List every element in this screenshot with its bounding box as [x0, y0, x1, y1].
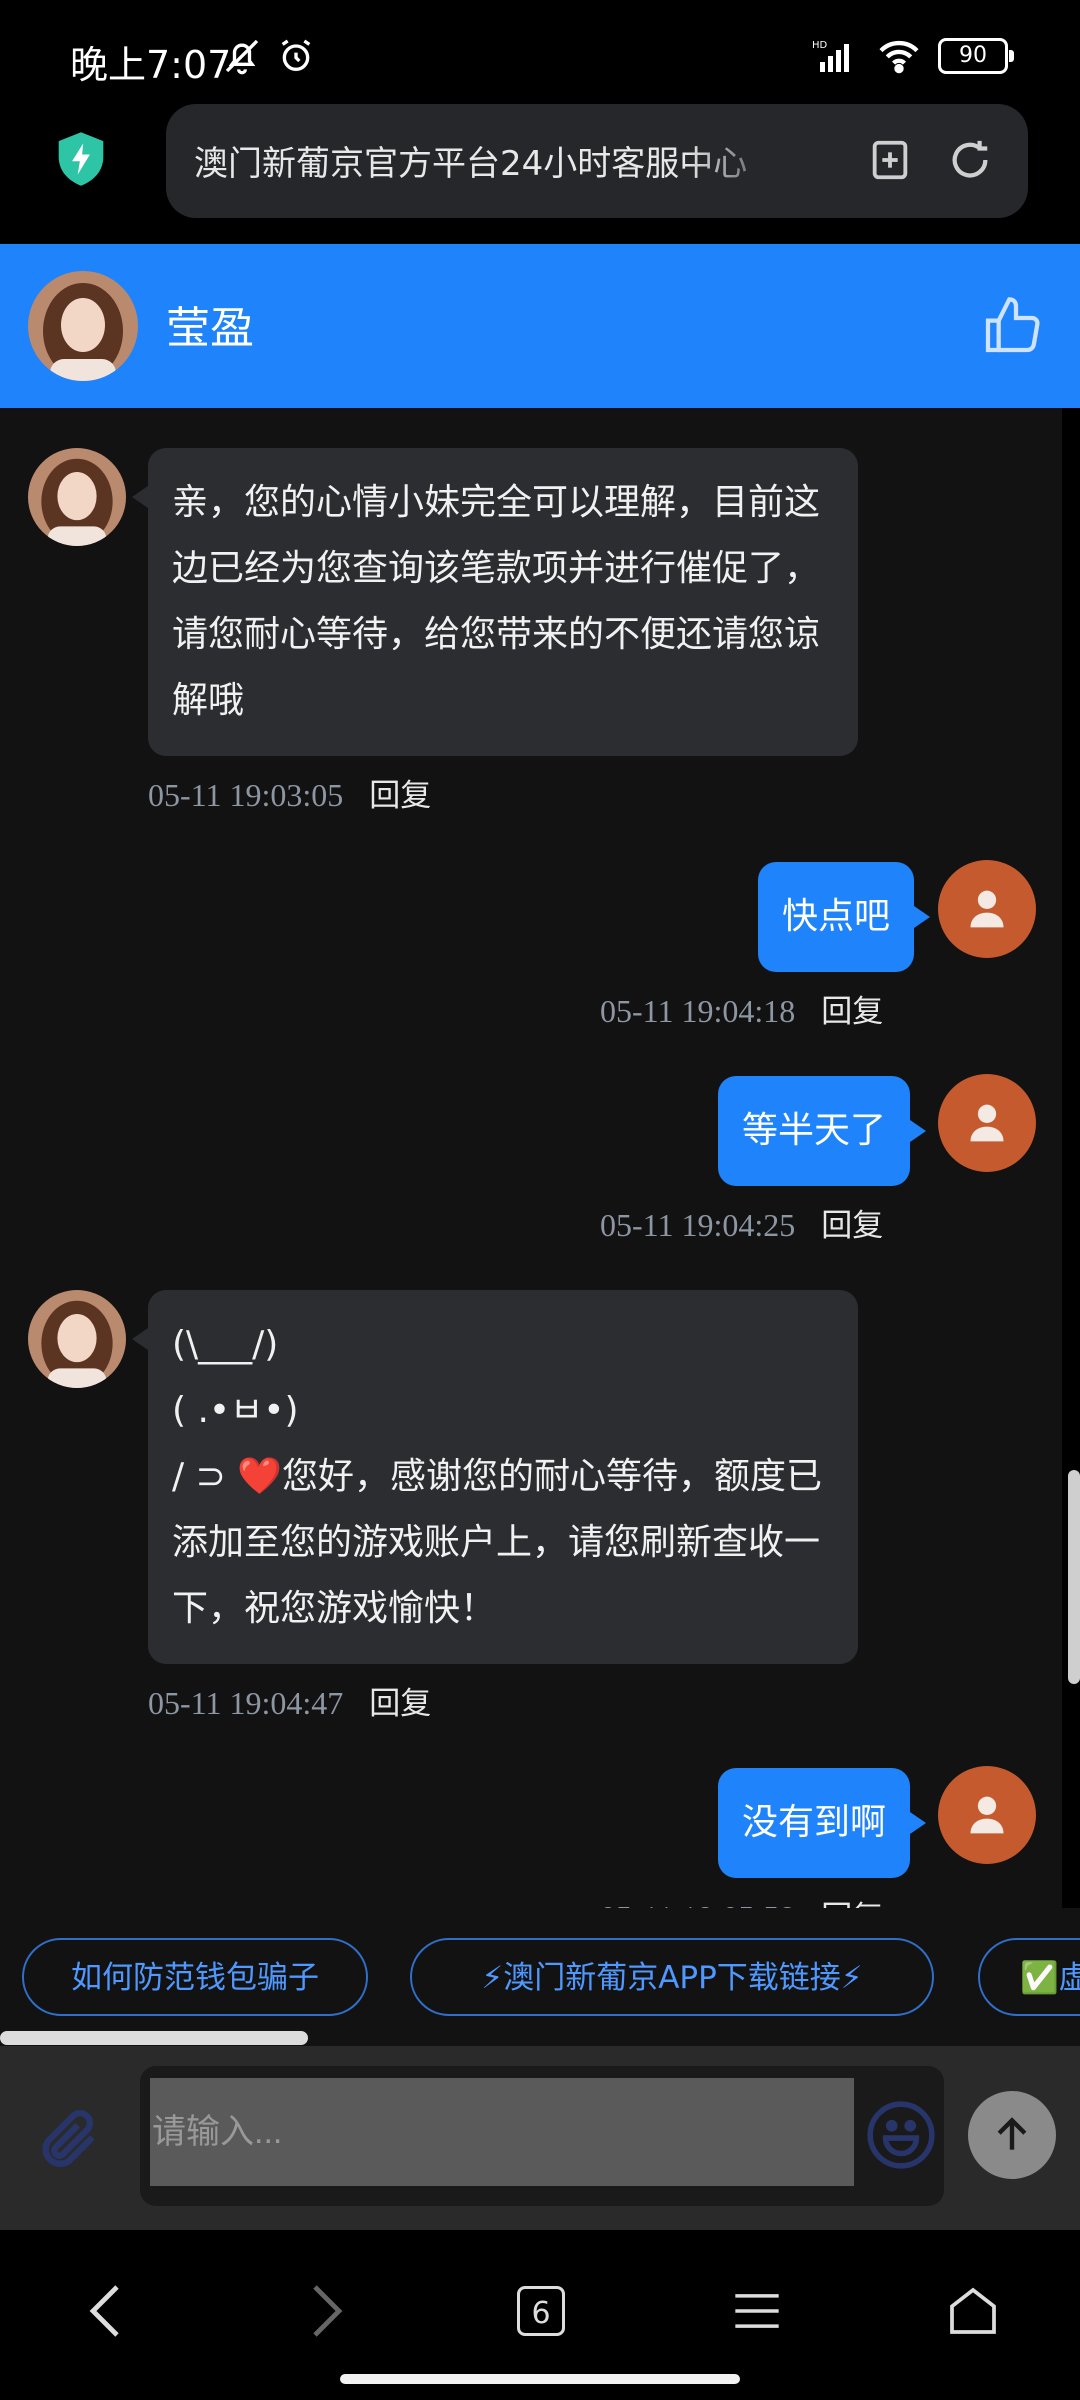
back-button[interactable] — [70, 2276, 140, 2346]
user-avatar[interactable] — [938, 1766, 1036, 1864]
chat-header: 莹盈 — [0, 244, 1080, 408]
scrollbar-thumb[interactable] — [0, 2031, 308, 2045]
reply-button[interactable]: 回复 — [369, 1686, 431, 1722]
reply-button[interactable]: 回复 — [821, 994, 883, 1030]
browser-nav-bar: 6 — [0, 2230, 1080, 2400]
home-button[interactable] — [938, 2276, 1008, 2346]
agent-message-bubble[interactable]: (\___/) ( .•ㅂ•) / ⊃ ❤️您好，感谢您的耐心等待，额度已添加至… — [132, 1290, 858, 1664]
forward-button[interactable] — [292, 2276, 362, 2346]
thumbs-up-icon[interactable] — [980, 294, 1044, 358]
chat-scrollbar[interactable] — [1068, 1470, 1080, 1684]
message-input[interactable] — [150, 2078, 854, 2186]
refresh-icon — [952, 140, 988, 178]
emoji-icon[interactable] — [864, 2098, 938, 2172]
message-timestamp: 05-11 19:03:05 — [148, 777, 344, 813]
menu-icon — [735, 2294, 779, 2328]
kaomoji-line: (\___/) — [172, 1324, 279, 1365]
status-icons-right: HD 90 — [812, 34, 1014, 78]
user-icon — [970, 1104, 1004, 1142]
reply-button[interactable]: 回复 — [369, 778, 431, 814]
signal-icon: HD — [812, 40, 849, 72]
agent-portrait-image — [28, 271, 138, 381]
alarm-icon — [281, 39, 311, 71]
quick-reply-bar[interactable]: 如何防范钱包骗子 ⚡澳门新葡京APP下载链接⚡ ✅虚 — [0, 1908, 1080, 2030]
message-timestamp: 05-11 19:04:18 — [600, 993, 796, 1029]
add-bookmark-button[interactable] — [860, 130, 920, 190]
message-timestamp: 05-11 19:04:47 — [148, 1685, 344, 1721]
home-icon — [950, 2287, 996, 2334]
agent-portrait-image — [28, 1290, 126, 1388]
message-meta: 05-11 19:04:47 回复 — [148, 1678, 431, 1723]
message-meta: 05-11 19:05:58 回复 — [600, 1892, 883, 1908]
agent-message-avatar[interactable] — [28, 448, 126, 546]
message-meta: 05-11 19:04:18 回复 — [600, 986, 883, 1031]
agent-portrait-image — [28, 448, 126, 546]
message-text: / ⊃ ❤️您好，感谢您的耐心等待，额度已添加至您的游戏账户上，请您刷新查收一下… — [172, 1456, 823, 1629]
user-icon — [970, 890, 1004, 928]
agent-message-bubble[interactable]: 亲，您的心情小妹完全可以理解，目前这边已经为您查询该笔款项并进行催促了，请您耐心… — [132, 448, 858, 756]
wifi-icon — [879, 40, 919, 74]
quick-reply-scrollbar — [0, 2030, 1080, 2046]
status-bar: 晚上7:07 HD 90 — [0, 0, 1080, 100]
page-title[interactable]: 澳门新葡京官方平台24小时客服中心 — [194, 136, 794, 185]
user-icon — [970, 1796, 1004, 1834]
bookmark-add-icon — [872, 140, 908, 180]
menu-button[interactable] — [722, 2276, 792, 2346]
message-timestamp: 05-11 19:04:25 — [600, 1207, 796, 1243]
reply-button[interactable]: 回复 — [821, 1900, 883, 1908]
address-bar[interactable]: 澳门新葡京官方平台24小时客服中心 — [166, 104, 1028, 218]
network-label: HD — [812, 40, 828, 51]
chevron-left-icon — [89, 2285, 119, 2337]
arrow-up-icon — [997, 2117, 1027, 2150]
agent-avatar[interactable] — [28, 271, 138, 381]
user-avatar[interactable] — [938, 1074, 1036, 1172]
tabs-button[interactable]: 6 — [506, 2276, 576, 2346]
user-avatar[interactable] — [938, 860, 1036, 958]
user-message-bubble[interactable]: 等半天了 — [718, 1076, 927, 1186]
quick-reply-chip[interactable]: ✅虚 — [978, 1938, 1080, 2016]
message-meta: 05-11 19:03:05 回复 — [148, 770, 431, 815]
input-bar — [0, 2046, 1080, 2230]
user-message-bubble[interactable]: 快点吧 — [758, 862, 931, 972]
browser-bar: 澳门新葡京官方平台24小时客服中心 — [0, 100, 1080, 244]
agent-name: 莹盈 — [166, 303, 254, 354]
chat-message-list[interactable]: 亲，您的心情小妹完全可以理解，目前这边已经为您查询该笔款项并进行催促了，请您耐心… — [0, 408, 1062, 1908]
battery-indicator: 90 — [938, 38, 1014, 74]
shield-icon[interactable] — [54, 130, 108, 188]
tab-count: 6 — [517, 2286, 565, 2336]
refresh-button[interactable] — [940, 130, 1000, 190]
user-message-bubble[interactable]: 没有到啊 — [718, 1768, 927, 1878]
message-meta: 05-11 19:04:25 回复 — [600, 1200, 883, 1245]
paperclip-icon[interactable] — [34, 2104, 104, 2174]
quick-reply-chip[interactable]: 如何防范钱包骗子 — [22, 1938, 368, 2016]
agent-message-avatar[interactable] — [28, 1290, 126, 1388]
home-indicator[interactable] — [340, 2374, 740, 2384]
message-timestamp: 05-11 19:05:58 — [600, 1899, 795, 1908]
reply-button[interactable]: 回复 — [821, 1208, 883, 1244]
bell-off-icon — [225, 39, 259, 75]
status-time: 晚上7:07 — [70, 43, 232, 87]
send-button[interactable] — [968, 2091, 1056, 2179]
quick-reply-chip[interactable]: ⚡澳门新葡京APP下载链接⚡ — [410, 1938, 934, 2016]
message-input-wrapper — [140, 2066, 944, 2206]
status-icons-left — [222, 34, 316, 78]
kaomoji-line: ( .•ㅂ•) — [172, 1390, 299, 1431]
chevron-right-icon — [313, 2285, 343, 2337]
